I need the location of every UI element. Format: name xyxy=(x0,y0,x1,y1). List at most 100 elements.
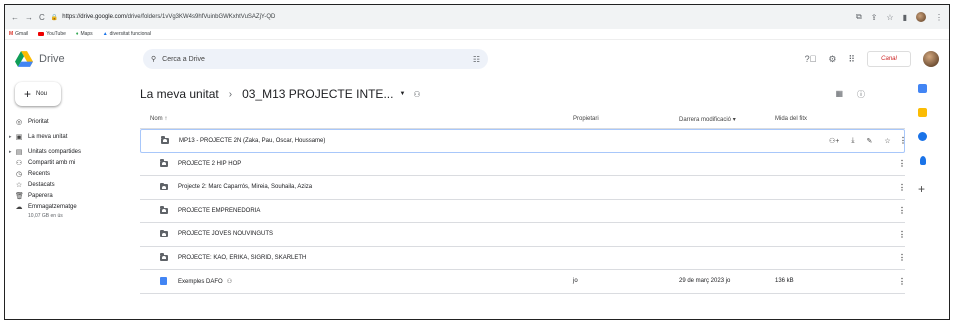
table-header: Nom ↑ Propietari Darrera modificació ▾ M… xyxy=(140,110,905,129)
profile-avatar[interactable] xyxy=(916,12,926,22)
grid-view-icon[interactable]: ▦ xyxy=(835,89,843,100)
people-icon: ⚇ xyxy=(15,159,23,167)
settings-gear-icon[interactable]: ⚙ xyxy=(828,54,836,65)
sidebar-item-storage[interactable]: ☁ Emmagatzematge xyxy=(15,201,140,212)
expand-caret-icon[interactable]: ▸ xyxy=(9,134,12,140)
breadcrumb-root[interactable]: La meva unitat xyxy=(140,87,219,101)
info-icon[interactable]: ⓘ xyxy=(857,89,865,100)
col-modified[interactable]: Darrera modificació ▾ xyxy=(679,116,736,123)
bookmark-diversitat[interactable]: ▲ diversitat funcional xyxy=(103,31,151,37)
shared-folder-icon xyxy=(160,159,168,167)
add-addon-icon[interactable]: + xyxy=(918,182,925,196)
file-list-area: La meva unitat › 03_M13 PROJECTE INTE...… xyxy=(140,78,907,319)
table-row[interactable]: PROJECTE: KAO, ERIKA, SIGRID, SKARLETH ⋮ xyxy=(140,247,906,270)
forward-icon[interactable]: → xyxy=(25,13,33,22)
download-icon[interactable]: ⤓ xyxy=(851,137,854,145)
gmail-icon: M xyxy=(9,31,14,37)
table-row[interactable]: MP13 - PROJECTE 2N (Zaka, Pau, Oscar, Ho… xyxy=(140,129,907,153)
bookmark-gmail[interactable]: M Gmail xyxy=(9,31,28,37)
drive-logo[interactable]: Drive xyxy=(15,51,143,67)
drive-header: Drive ⚲ Cerca a Drive ☷ ?⃝ ⚙ ⠿ Canal xyxy=(5,40,949,78)
new-button[interactable]: + Nou xyxy=(15,82,61,106)
sidebar-item-priority[interactable]: ◎ Prioritat xyxy=(15,116,140,127)
shared-folder-icon xyxy=(160,253,168,261)
modified-cell: 29 de març 2023 jo xyxy=(679,278,731,285)
rename-icon[interactable]: ✎ xyxy=(866,137,872,145)
sidepanel-icon[interactable]: ▮ xyxy=(903,13,907,22)
trash-icon: 🗑 xyxy=(15,192,24,200)
account-avatar[interactable] xyxy=(923,51,939,67)
sort-arrow-icon: ↑ xyxy=(164,116,168,122)
browser-menu-icon[interactable]: ⋮ xyxy=(935,13,943,22)
folder-menu-caret-icon[interactable]: ▼ xyxy=(399,91,405,97)
tasks-icon[interactable] xyxy=(918,132,927,141)
sidebar-item-my-drive[interactable]: ▸ ▣ La meva unitat xyxy=(9,131,140,142)
url-path: /drive/folders/1vVg3KW4s9hfVuinbGWKxhtVu… xyxy=(125,14,276,20)
check-circle-icon: ◎ xyxy=(15,118,23,126)
keep-icon[interactable] xyxy=(918,108,927,117)
expand-caret-icon[interactable]: ▸ xyxy=(9,149,12,155)
search-placeholder: Cerca a Drive xyxy=(162,55,205,63)
share-icon[interactable]: ⚇+ xyxy=(829,137,839,145)
owner-cell: jo xyxy=(573,278,578,285)
app-name: Drive xyxy=(39,53,65,65)
apps-grid-icon[interactable]: ⠿ xyxy=(848,54,855,65)
breadcrumb-current[interactable]: 03_M13 PROJECTE INTE... xyxy=(242,87,393,101)
search-input[interactable]: ⚲ Cerca a Drive ☷ xyxy=(143,49,488,69)
sidebar-item-starred[interactable]: ☆ Destacats xyxy=(15,179,140,190)
bookmark-youtube[interactable]: YouTube xyxy=(38,31,66,37)
google-doc-icon xyxy=(160,277,167,286)
browser-window: ← → C 🔒 https://drive.google.com/drive/f… xyxy=(4,4,950,320)
org-logo: Canal xyxy=(867,51,911,67)
col-owner[interactable]: Propietari xyxy=(573,116,599,122)
shared-drive-icon: ▤ xyxy=(15,148,23,156)
search-options-icon[interactable]: ☷ xyxy=(473,55,480,64)
col-size[interactable]: Mida del fitx xyxy=(775,116,807,122)
address-bar[interactable]: 🔒 https://drive.google.com/drive/folders… xyxy=(51,14,276,21)
bookmark-maps[interactable]: ♦ Maps xyxy=(76,31,93,37)
drive-logo-icon xyxy=(15,51,33,67)
star-icon[interactable]: ☆ xyxy=(884,137,890,145)
sidebar-item-shared-drives[interactable]: ▸ ▤ Unitats compartides xyxy=(9,146,140,157)
bookmark-star-icon[interactable]: ☆ xyxy=(886,13,893,22)
shared-folder-icon xyxy=(160,229,168,238)
help-icon[interactable]: ?⃝ xyxy=(805,54,817,64)
shared-folder-icon[interactable]: ⚇ xyxy=(413,90,420,99)
table-row[interactable]: Projecte 2: Marc Caparrós, Mireia, Souha… xyxy=(140,176,906,200)
side-panel-rail: + xyxy=(905,78,949,319)
reload-icon[interactable]: C xyxy=(39,13,45,22)
clock-icon: ◷ xyxy=(15,170,23,178)
shared-folder-icon xyxy=(161,136,169,144)
calendar-icon[interactable] xyxy=(918,84,927,93)
drive-small-icon: ▲ xyxy=(102,31,108,37)
sidebar-item-recent[interactable]: ◷ Recents xyxy=(15,168,140,179)
search-icon: ⚲ xyxy=(151,56,157,63)
breadcrumb-separator: › xyxy=(228,88,233,100)
shared-people-icon: ⚇ xyxy=(226,278,233,285)
sidebar-item-shared-with-me[interactable]: ⚇ Compartit amb mi xyxy=(15,157,140,168)
col-name[interactable]: Nom ↑ xyxy=(150,116,167,122)
shared-folder-icon xyxy=(160,206,168,214)
share-page-icon[interactable]: ⇪ xyxy=(871,13,878,22)
extensions-icon[interactable]: ⧉ xyxy=(856,12,862,22)
contacts-icon[interactable] xyxy=(920,156,926,165)
star-icon: ☆ xyxy=(15,181,23,189)
storage-usage: 10,07 GB en ús xyxy=(28,213,63,219)
browser-toolbar: ← → C 🔒 https://drive.google.com/drive/f… xyxy=(5,5,949,29)
plus-icon: + xyxy=(24,87,32,101)
cloud-icon: ☁ xyxy=(15,203,23,211)
table-row[interactable]: PROJECTE JOVES NOUVINGUTS ⋮ xyxy=(140,223,906,247)
table-row[interactable]: PROJECTE 2 HIP HOP ⋮ xyxy=(140,153,906,176)
lock-icon: 🔒 xyxy=(50,14,59,21)
sidebar: + Nou ◎ Prioritat ▸ ▣ La meva unitat ▸ ▤ Unit… xyxy=(5,78,140,319)
sidebar-item-trash[interactable]: 🗑 Paperera xyxy=(15,190,140,201)
table-row[interactable]: PROJECTE EMPRENEDORIA ⋮ xyxy=(140,200,906,223)
new-button-label: Nou xyxy=(36,91,48,97)
shared-folder-icon xyxy=(160,182,168,191)
bookmarks-bar: M Gmail YouTube ♦ Maps ▲ diversitat funcion… xyxy=(5,29,949,40)
url-host: https://drive.google.com xyxy=(62,14,126,20)
back-icon[interactable]: ← xyxy=(11,13,19,22)
table-row[interactable]: Exemples DAFO ⚇ jo 29 de març 2023 jo 136… xyxy=(140,270,906,294)
maps-pin-icon: ♦ xyxy=(75,31,79,37)
youtube-icon xyxy=(38,32,45,36)
